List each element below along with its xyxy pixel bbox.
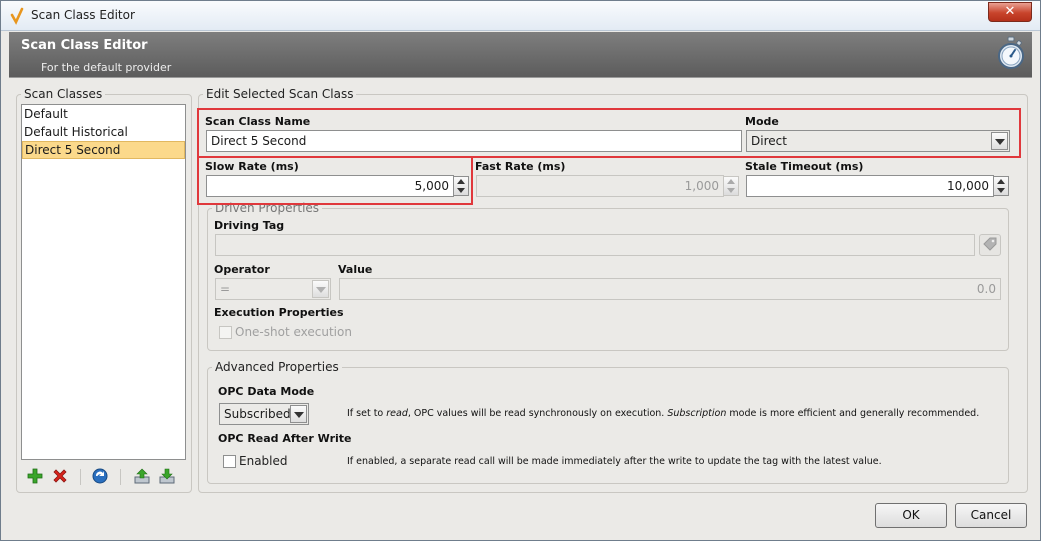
spinner-up-icon[interactable] (997, 179, 1005, 184)
scan-classes-list[interactable]: Default Default Historical Direct 5 Seco… (21, 104, 186, 460)
dialog-header-subtitle: For the default provider (41, 61, 172, 74)
list-item[interactable]: Default Historical (22, 123, 185, 141)
read-after-write-hint: If enabled, a separate read call will be… (347, 456, 882, 467)
execution-properties-label: Execution Properties (214, 306, 344, 319)
advanced-properties-legend: Advanced Properties (215, 360, 339, 374)
list-item-selected[interactable]: Direct 5 Second (22, 141, 185, 159)
add-icon[interactable] (26, 467, 44, 485)
highlight-name-mode (197, 108, 1021, 158)
toolbar-separator (80, 469, 81, 485)
opc-read-after-write-label: OPC Read After Write (218, 432, 352, 445)
stale-timeout-spinner[interactable] (993, 176, 1009, 196)
tag-browse-button[interactable] (979, 234, 1001, 256)
one-shot-label: One-shot execution (235, 325, 352, 339)
operator-label: Operator (214, 263, 270, 276)
spinner-up-icon[interactable] (727, 179, 735, 184)
value-field[interactable]: 0.0 (339, 278, 1001, 300)
value-label: Value (338, 263, 373, 276)
chevron-down-icon (294, 412, 304, 418)
edit-scan-class-legend: Edit Selected Scan Class (206, 87, 354, 101)
operator-select-value: = (220, 282, 231, 296)
spinner-down-icon[interactable] (997, 188, 1005, 193)
stale-timeout-field[interactable]: 10,000 (746, 175, 994, 197)
dialog-header: Scan Class Editor For the default provid… (9, 32, 1032, 78)
list-item[interactable]: Default (22, 105, 185, 123)
spinner-down-icon[interactable] (727, 188, 735, 193)
refresh-icon[interactable] (91, 467, 109, 485)
close-window-button[interactable]: ✕ (988, 2, 1032, 22)
enabled-label: Enabled (239, 454, 288, 468)
driving-tag-label: Driving Tag (214, 219, 285, 232)
stale-timeout-label: Stale Timeout (ms) (745, 160, 864, 173)
opc-data-mode-dropdown-button[interactable] (290, 405, 307, 423)
dialog-header-title: Scan Class Editor (21, 38, 148, 53)
app-logo-icon (10, 7, 24, 25)
delete-icon[interactable] (51, 467, 69, 485)
export-icon[interactable] (133, 467, 151, 485)
driving-tag-field[interactable] (215, 234, 975, 256)
cancel-button[interactable]: Cancel (955, 503, 1027, 528)
fast-rate-spinner[interactable] (723, 176, 739, 196)
opc-data-mode-hint: If set to read, OPC values will be read … (347, 408, 980, 419)
operator-dropdown-button[interactable] (312, 280, 329, 298)
toolbar-separator (120, 469, 121, 485)
import-icon[interactable] (158, 467, 176, 485)
chevron-down-icon (316, 287, 326, 293)
highlight-slow-rate (197, 156, 473, 205)
stopwatch-icon (998, 36, 1024, 69)
scan-classes-legend: Scan Classes (24, 87, 103, 101)
one-shot-checkbox[interactable] (219, 326, 232, 339)
opc-data-mode-value: Subscribed (224, 407, 291, 421)
opc-data-mode-label: OPC Data Mode (218, 385, 315, 398)
window-title: Scan Class Editor (31, 8, 135, 22)
scan-class-editor-window: Scan Class Editor ✕ Scan Class Editor Fo… (0, 0, 1041, 541)
ok-button[interactable]: OK (875, 503, 947, 528)
enabled-checkbox[interactable] (223, 455, 236, 468)
tag-icon (983, 237, 997, 251)
fast-rate-field[interactable]: 1,000 (476, 175, 724, 197)
title-bar: Scan Class Editor ✕ (1, 1, 1040, 31)
fast-rate-label: Fast Rate (ms) (475, 160, 566, 173)
